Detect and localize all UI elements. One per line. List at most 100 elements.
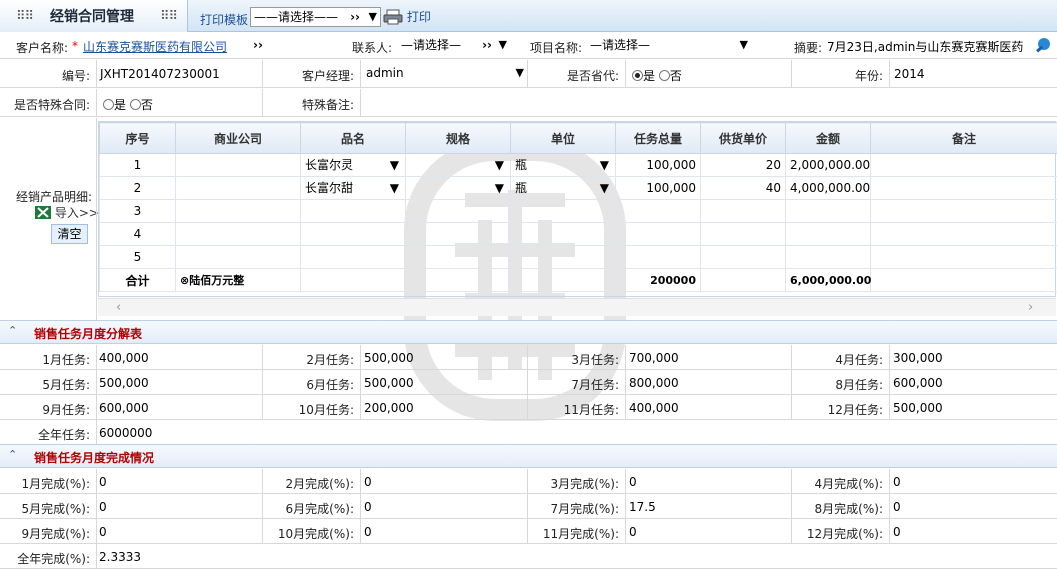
name-select[interactable]: 长富尔灵▼ [305, 154, 401, 176]
agent-yes-radio[interactable] [632, 70, 643, 81]
grid-cell-name[interactable] [301, 246, 406, 269]
print-template-select[interactable]: ——请选择—— ›› ▼ [250, 7, 381, 27]
grid-header-cell[interactable]: 单位 [511, 123, 616, 154]
grid-cell-note[interactable] [871, 177, 1057, 200]
customer-link[interactable]: 山东赛克赛斯医药有限公司 [83, 38, 227, 55]
clear-button[interactable]: 清空 [51, 224, 88, 244]
grid-cell-amount[interactable]: 4,000,000.00 [786, 177, 871, 200]
grid-cell-price[interactable]: 40 [701, 177, 786, 200]
table-row[interactable]: 2长富尔甜▼▼瓶▼100,000404,000,000.00 [100, 177, 1057, 200]
month-value: 0 [893, 475, 901, 489]
import-button[interactable]: 导入>> [35, 204, 99, 221]
special-note-input[interactable] [362, 91, 1052, 115]
grid-cell-company[interactable] [176, 223, 301, 246]
spec-select[interactable]: ▼ [410, 154, 506, 176]
table-row[interactable]: 3 [100, 200, 1057, 223]
month-label: 6月完成(%): [262, 500, 354, 517]
grid-cell-name[interactable]: 长富尔灵▼ [301, 154, 406, 177]
unit-select[interactable]: 瓶▼ [515, 154, 611, 176]
grid-cell-price[interactable]: 20 [701, 154, 786, 177]
month-label: 1月完成(%): [0, 475, 90, 492]
grid-cell-name[interactable]: 长富尔甜▼ [301, 177, 406, 200]
monthly-row: 全年任务:6000000 [0, 420, 1057, 445]
grid-cell-name[interactable] [301, 223, 406, 246]
collapse-icon[interactable]: ⌃ [8, 324, 17, 337]
grid-cell-qty[interactable]: 100,000 [616, 177, 701, 200]
grid-cell-qty[interactable]: 100,000 [616, 154, 701, 177]
grid-cell-price[interactable] [701, 223, 786, 246]
grid-header-cell[interactable]: 品名 [301, 123, 406, 154]
collapse-icon[interactable]: ⌃ [8, 448, 17, 461]
chevron-down-icon: ▼ [516, 64, 524, 82]
grid-header-cell[interactable]: 规格 [406, 123, 511, 154]
grid-cell-price[interactable] [701, 246, 786, 269]
grid-cell-price[interactable] [701, 200, 786, 223]
grid-cell-qty[interactable] [616, 200, 701, 223]
unit-value: 瓶 [515, 181, 527, 195]
agent-label: 是否省代: [527, 67, 619, 84]
manager-select[interactable]: admin ▼ [363, 64, 527, 84]
grid-cell-unit[interactable] [511, 223, 616, 246]
grid-header-cell[interactable]: 供货单价 [701, 123, 786, 154]
print-button[interactable]: 打印 [383, 8, 431, 26]
chevron-down-icon: ▼ [600, 154, 609, 176]
horizontal-scrollbar[interactable]: ‹ › [98, 298, 1056, 316]
grid-cell-note[interactable] [871, 200, 1057, 223]
grid-cell-amount[interactable] [786, 246, 871, 269]
scroll-left-icon[interactable]: ‹ [116, 300, 121, 315]
section-monthly-task-header[interactable]: ⌃ 销售任务月度分解表 [0, 320, 1057, 344]
grid-cell-spec[interactable]: ▼ [406, 177, 511, 200]
grid-header-cell[interactable]: 金额 [786, 123, 871, 154]
scroll-right-icon[interactable]: › [1028, 300, 1033, 315]
grid-cell-note[interactable] [871, 154, 1057, 177]
month-label: 12月完成(%): [791, 525, 883, 542]
month-value: 700,000 [629, 351, 679, 365]
month-label: 4月任务: [791, 351, 883, 368]
month-value: 500,000 [893, 401, 943, 415]
grid-cell-spec[interactable]: ▼ [406, 154, 511, 177]
grid-cell-spec[interactable] [406, 246, 511, 269]
search-icon[interactable] [1035, 37, 1051, 55]
grid-cell-name[interactable] [301, 200, 406, 223]
grid-cell-note[interactable] [871, 223, 1057, 246]
grid-cell-unit[interactable] [511, 246, 616, 269]
grid-header-cell[interactable]: 序号 [100, 123, 176, 154]
grid-cell-company[interactable] [176, 246, 301, 269]
project-select[interactable]: —请选择— ▼ [587, 36, 751, 56]
grid-cell-company[interactable] [176, 200, 301, 223]
special-yes-radio[interactable] [103, 99, 114, 110]
grid-cell-amount[interactable] [786, 223, 871, 246]
grid-cell-company[interactable] [176, 154, 301, 177]
customer-more-button[interactable]: ›› [253, 38, 263, 52]
month-value: 0 [364, 500, 372, 514]
grid-cell-amount[interactable]: 2,000,000.00 [786, 154, 871, 177]
month-label: 10月完成(%): [262, 525, 354, 542]
grid-cell-company[interactable] [176, 177, 301, 200]
special-no-radio[interactable] [130, 99, 141, 110]
table-row[interactable]: 4 [100, 223, 1057, 246]
spec-select[interactable]: ▼ [410, 177, 506, 199]
unit-select[interactable]: 瓶▼ [515, 177, 611, 199]
table-row[interactable]: 1长富尔灵▼▼瓶▼100,000202,000,000.00 [100, 154, 1057, 177]
grid-cell-unit[interactable]: 瓶▼ [511, 154, 616, 177]
total-amount: 6,000,000.00 [786, 269, 871, 292]
grid-cell-unit[interactable]: 瓶▼ [511, 177, 616, 200]
grid-header-cell[interactable]: 任务总量 [616, 123, 701, 154]
grid-cell-unit[interactable] [511, 200, 616, 223]
agent-no-radio[interactable] [659, 70, 670, 81]
grid-cell-qty[interactable] [616, 223, 701, 246]
section-monthly-done-header[interactable]: ⌃ 销售任务月度完成情况 [0, 444, 1057, 468]
grid-cell-amount[interactable] [786, 200, 871, 223]
grid-cell-qty[interactable] [616, 246, 701, 269]
form-row-special: 是否特殊合同: 是 否 特殊备注: [0, 89, 1057, 117]
chevron-down-icon: ▼ [390, 177, 399, 199]
table-row[interactable]: 5 [100, 246, 1057, 269]
grid-cell-spec[interactable] [406, 223, 511, 246]
name-select[interactable]: 长富尔甜▼ [305, 177, 401, 199]
contact-select[interactable]: —请选择— ›› ▼ [398, 36, 510, 56]
month-label: 1月任务: [0, 351, 90, 368]
grid-header-cell[interactable]: 备注 [871, 123, 1057, 154]
grid-cell-note[interactable] [871, 246, 1057, 269]
grid-cell-spec[interactable] [406, 200, 511, 223]
grid-header-cell[interactable]: 商业公司 [176, 123, 301, 154]
